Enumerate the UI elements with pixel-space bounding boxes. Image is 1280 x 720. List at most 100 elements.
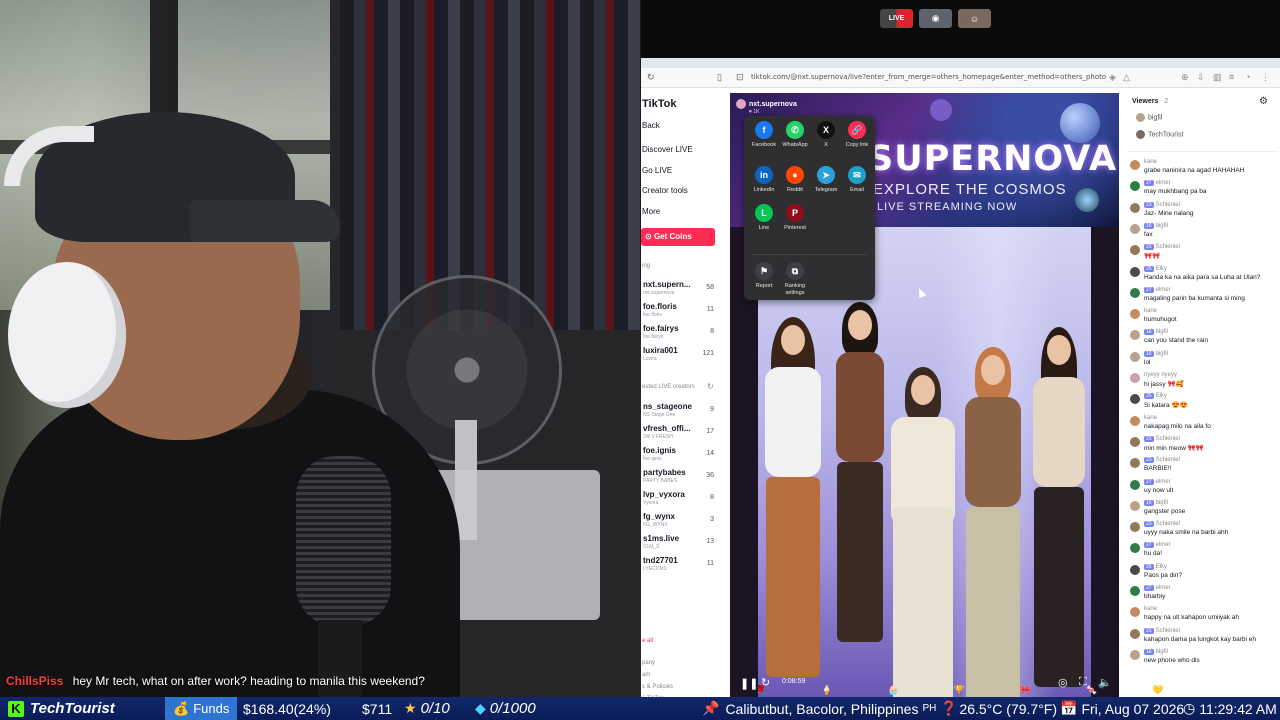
- settings-icon[interactable]: ⋮: [1261, 72, 1270, 83]
- warning-icon[interactable]: △: [1123, 72, 1130, 83]
- avatar: [1130, 436, 1140, 447]
- chat-username[interactable]: Elky: [1156, 266, 1167, 272]
- chat-username[interactable]: Schieniel: [1156, 436, 1180, 442]
- share-copy-link-button[interactable]: 🔗 Copy link: [841, 121, 873, 149]
- account-item[interactable]: foe.ignis foe.ignis 14: [642, 446, 716, 466]
- chat-username[interactable]: Elky: [1156, 564, 1167, 570]
- nav-discover-live[interactable]: Discover LIVE: [642, 145, 693, 154]
- chat-username[interactable]: elmer: [1156, 180, 1171, 186]
- account-item[interactable]: luxira001 Luxira 121: [642, 346, 716, 366]
- bookmark-icon[interactable]: ▯: [717, 72, 722, 83]
- chat-username[interactable]: elmer: [1156, 585, 1171, 591]
- downloads-icon[interactable]: ⇩: [1197, 72, 1205, 83]
- share-whatsapp-button[interactable]: ✆ WhatsApp: [779, 121, 811, 149]
- footer-link[interactable]: pany: [642, 660, 655, 666]
- chat-username[interactable]: bigfil: [1156, 351, 1168, 357]
- share-telegram-button[interactable]: ➤ Telegram: [810, 166, 842, 194]
- account-item[interactable]: vfresh_offi... JW V.FRESH 17: [642, 424, 716, 444]
- share-email-button[interactable]: ✉ Email: [841, 166, 873, 194]
- site-info-icon[interactable]: ⊡: [736, 72, 744, 83]
- share-reddit-button[interactable]: ● Reddit: [779, 166, 811, 194]
- footer-link[interactable]: s & Policies: [642, 684, 673, 690]
- tiktok-logo[interactable]: TikTok: [642, 98, 676, 110]
- chat-username[interactable]: nyeyy nyeyy: [1144, 372, 1177, 378]
- account-item[interactable]: nxt.supern... nxt.supernova 58: [642, 280, 716, 300]
- chat-username[interactable]: bigfil: [1156, 329, 1168, 335]
- account-item[interactable]: foe.floris foe.floris 11: [642, 302, 716, 322]
- chat-username[interactable]: kane: [1144, 606, 1157, 612]
- account-handle: Vyxora: [643, 500, 659, 506]
- viewer-count: 36: [706, 472, 714, 479]
- account-item[interactable]: foe.fairys foe.fairys 8: [642, 324, 716, 344]
- live-player[interactable]: SUPERNOVA EXPLORE THE COSMOS LIVE STREAM…: [730, 93, 1119, 697]
- share-ranking-settings-button[interactable]: ⧉ Ranking settings: [779, 262, 811, 297]
- get-coins-button[interactable]: ⊙ Get Coins: [641, 228, 715, 246]
- reload-icon[interactable]: ↻: [647, 72, 655, 83]
- avatar: [1136, 113, 1145, 122]
- account-item[interactable]: partybabes PARTY BABES 36: [642, 468, 716, 488]
- gift-bar: 🌹 🍦 🧁 🏆 🎀 🍬 💛: [730, 685, 1280, 697]
- viewer-item[interactable]: bigfil: [1136, 113, 1162, 122]
- chat-username[interactable]: bigfil: [1156, 500, 1168, 506]
- see-all-link[interactable]: e all: [642, 638, 653, 644]
- level-badge: 25: [1144, 393, 1154, 400]
- gift-icon[interactable]: 🍬: [1086, 685, 1097, 697]
- account-item[interactable]: lvp_vyxora Vyxora 8: [642, 490, 716, 510]
- gift-icon[interactable]: 🍦: [821, 685, 832, 697]
- shield-icon[interactable]: ◈: [1109, 72, 1116, 83]
- chat-username[interactable]: Schieniel: [1156, 202, 1180, 208]
- share-x-button[interactable]: XX: [810, 121, 842, 149]
- account-handle: foe.floris: [643, 312, 662, 318]
- gift-icon[interactable]: 🧁: [887, 685, 898, 697]
- profile-icon[interactable]: ◔: [1245, 72, 1250, 82]
- share-pinterest-button[interactable]: P Pinterest: [779, 204, 811, 232]
- nav-more[interactable]: More: [642, 207, 660, 216]
- chat-username[interactable]: kane: [1144, 159, 1157, 165]
- gift-icon[interactable]: 🏆: [954, 685, 965, 697]
- menu-icon[interactable]: ≡: [1229, 72, 1234, 82]
- chat-username[interactable]: Schieniel: [1156, 457, 1180, 463]
- avatar: [1130, 160, 1140, 170]
- host-info[interactable]: nxt.supernova ♥ 1K: [736, 99, 797, 115]
- chat-username[interactable]: elmer: [1156, 479, 1171, 485]
- account-item[interactable]: ns_stageone NS Stage One 9: [642, 402, 716, 422]
- nav-creator-tools[interactable]: Creator tools: [642, 186, 688, 195]
- gear-icon[interactable]: ⚙: [1259, 96, 1268, 107]
- chat-username[interactable]: bigfil: [1156, 223, 1168, 229]
- chat-username[interactable]: elmer: [1156, 542, 1171, 548]
- chat-text: new phone who dis: [1144, 656, 1200, 664]
- share-line-icon: L: [755, 204, 773, 222]
- chat-username[interactable]: kane: [1144, 308, 1157, 314]
- chat-username[interactable]: kane: [1144, 415, 1157, 421]
- refresh-icon[interactable]: ↻: [707, 382, 714, 391]
- chat-username[interactable]: Schieniel: [1156, 244, 1180, 250]
- performer: [883, 367, 963, 697]
- account-item[interactable]: fg_wynx FG_WYNX 3: [642, 512, 716, 532]
- footer-link[interactable]: am: [642, 672, 650, 678]
- nav-back[interactable]: Back: [642, 121, 660, 130]
- viewer-count: 8: [710, 494, 714, 501]
- gift-rose-icon[interactable]: 🌹: [755, 685, 766, 697]
- chat-username[interactable]: elmer: [1156, 287, 1171, 293]
- nav-go-live[interactable]: Go LIVE: [642, 166, 672, 175]
- sidebar-icon[interactable]: ▥: [1213, 72, 1222, 83]
- share-option-label: Copy link: [845, 142, 869, 148]
- chat-username[interactable]: Schieniel: [1156, 521, 1180, 527]
- share-report-button[interactable]: ⚑ Report: [748, 262, 780, 290]
- share-facebook-button[interactable]: f Facebook: [748, 121, 780, 149]
- address-bar[interactable]: tiktok.com/@nxt.supernova/live?enter_fro…: [751, 73, 1106, 81]
- chat-username[interactable]: Elky: [1156, 393, 1167, 399]
- account-handle: FG_WYNX: [643, 522, 668, 528]
- share-line-button[interactable]: L Line: [748, 204, 780, 232]
- chat-username[interactable]: Schieniel: [1156, 628, 1180, 634]
- gift-icon[interactable]: 💛: [1152, 685, 1163, 697]
- webcam-feed: [0, 0, 641, 697]
- extension-icon[interactable]: ⊕: [1181, 72, 1189, 83]
- viewer-item[interactable]: TechTourist: [1136, 130, 1183, 139]
- share-linkedin-button[interactable]: in LinkedIn: [748, 166, 780, 194]
- account-item[interactable]: s1ms.live S1M_S 13: [642, 534, 716, 554]
- chat-username[interactable]: bigfil: [1156, 649, 1168, 655]
- account-item[interactable]: tnd27701 LYECONS 11: [642, 556, 716, 576]
- chat-text: BARBIE!!: [1144, 465, 1172, 473]
- gift-icon[interactable]: 🎀: [1020, 685, 1031, 697]
